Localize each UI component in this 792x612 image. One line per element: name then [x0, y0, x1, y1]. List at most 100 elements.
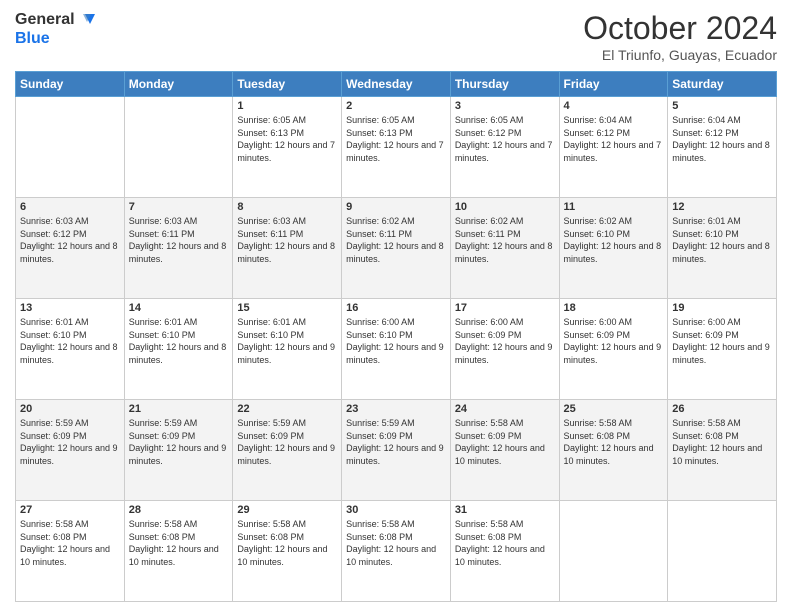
logo-graphic: General Blue — [15, 10, 95, 48]
col-thursday: Thursday — [450, 72, 559, 97]
day-info: Sunrise: 5:58 AMSunset: 6:08 PMDaylight:… — [346, 518, 446, 568]
day-number: 27 — [20, 504, 120, 516]
day-info: Sunrise: 6:00 AMSunset: 6:09 PMDaylight:… — [672, 316, 772, 366]
header: General Blue October 2024 El Triunfo, Gu… — [15, 10, 777, 63]
day-info: Sunrise: 5:59 AMSunset: 6:09 PMDaylight:… — [20, 417, 120, 467]
calendar-week-row: 20 Sunrise: 5:59 AMSunset: 6:09 PMDayligh… — [16, 400, 777, 501]
day-number: 13 — [20, 302, 120, 314]
table-row: 1 Sunrise: 6:05 AMSunset: 6:13 PMDaylight… — [233, 97, 342, 198]
table-row: 15 Sunrise: 6:01 AMSunset: 6:10 PMDayligh… — [233, 299, 342, 400]
day-number: 30 — [346, 504, 446, 516]
day-number: 4 — [564, 100, 664, 112]
day-info: Sunrise: 5:59 AMSunset: 6:09 PMDaylight:… — [346, 417, 446, 467]
day-number: 23 — [346, 403, 446, 415]
day-number: 14 — [129, 302, 229, 314]
day-info: Sunrise: 5:58 AMSunset: 6:08 PMDaylight:… — [129, 518, 229, 568]
day-number: 17 — [455, 302, 555, 314]
day-info: Sunrise: 6:01 AMSunset: 6:10 PMDaylight:… — [237, 316, 337, 366]
day-info: Sunrise: 5:58 AMSunset: 6:09 PMDaylight:… — [455, 417, 555, 467]
col-friday: Friday — [559, 72, 668, 97]
table-row: 2Sunrise: 6:05 AMSunset: 6:13 PMDaylight… — [342, 97, 451, 198]
table-row: 30 Sunrise: 5:58 AMSunset: 6:08 PMDayligh… — [342, 501, 451, 602]
table-row: 27 Sunrise: 5:58 AMSunset: 6:08 PMDayligh… — [16, 501, 125, 602]
day-info: Sunrise: 6:01 AMSunset: 6:10 PMDaylight:… — [672, 215, 772, 265]
table-row: 4 Sunrise: 6:04 AMSunset: 6:12 PMDaylight… — [559, 97, 668, 198]
calendar-week-row: 27 Sunrise: 5:58 AMSunset: 6:08 PMDayligh… — [16, 501, 777, 602]
day-number: 9 — [346, 201, 446, 213]
table-row: 25 Sunrise: 5:58 AMSunset: 6:08 PMDayligh… — [559, 400, 668, 501]
table-row: 13 Sunrise: 6:01 AMSunset: 6:10 PMDayligh… — [16, 299, 125, 400]
table-row: 28 Sunrise: 5:58 AMSunset: 6:08 PMDayligh… — [124, 501, 233, 602]
day-info: Sunrise: 6:00 AMSunset: 6:10 PMDaylight:… — [346, 316, 446, 366]
day-number: 25 — [564, 403, 664, 415]
day-info: Sunrise: 6:05 AMSunset: 6:13 PMDaylight:… — [237, 114, 337, 164]
day-number: 19 — [672, 302, 772, 314]
day-info: Sunrise: 6:05 AMSunset: 6:12 PMDaylight:… — [455, 114, 555, 164]
table-row: 8Sunrise: 6:03 AMSunset: 6:11 PMDaylight… — [233, 198, 342, 299]
day-number: 21 — [129, 403, 229, 415]
col-tuesday: Tuesday — [233, 72, 342, 97]
table-row — [124, 97, 233, 198]
table-row: 21 Sunrise: 5:59 AMSunset: 6:09 PMDayligh… — [124, 400, 233, 501]
page: General Blue October 2024 El Triunfo, Gu… — [0, 0, 792, 612]
table-row: 3 Sunrise: 6:05 AMSunset: 6:12 PMDaylight… — [450, 97, 559, 198]
day-number: 24 — [455, 403, 555, 415]
day-number: 28 — [129, 504, 229, 516]
table-row: 10Sunrise: 6:02 AMSunset: 6:11 PMDayligh… — [450, 198, 559, 299]
day-number: 31 — [455, 504, 555, 516]
location: El Triunfo, Guayas, Ecuador — [583, 47, 777, 63]
day-info: Sunrise: 6:02 AMSunset: 6:11 PMDaylight:… — [455, 215, 555, 265]
table-row: 18Sunrise: 6:00 AMSunset: 6:09 PMDayligh… — [559, 299, 668, 400]
day-info: Sunrise: 5:58 AMSunset: 6:08 PMDaylight:… — [237, 518, 337, 568]
table-row: 7Sunrise: 6:03 AMSunset: 6:11 PMDaylight… — [124, 198, 233, 299]
day-info: Sunrise: 6:04 AMSunset: 6:12 PMDaylight:… — [672, 114, 772, 164]
day-info: Sunrise: 5:58 AMSunset: 6:08 PMDaylight:… — [564, 417, 664, 467]
col-sunday: Sunday — [16, 72, 125, 97]
day-info: Sunrise: 5:58 AMSunset: 6:08 PMDaylight:… — [455, 518, 555, 568]
day-info: Sunrise: 6:02 AMSunset: 6:11 PMDaylight:… — [346, 215, 446, 265]
day-number: 15 — [237, 302, 337, 314]
day-info: Sunrise: 6:05 AMSunset: 6:13 PMDaylight:… — [346, 114, 446, 164]
day-info: Sunrise: 5:59 AMSunset: 6:09 PMDaylight:… — [237, 417, 337, 467]
table-row: 5 Sunrise: 6:04 AMSunset: 6:12 PMDaylight… — [668, 97, 777, 198]
calendar-body: 1 Sunrise: 6:05 AMSunset: 6:13 PMDaylight… — [16, 97, 777, 602]
table-row: 6 Sunrise: 6:03 AMSunset: 6:12 PMDaylight… — [16, 198, 125, 299]
table-row: 11 Sunrise: 6:02 AMSunset: 6:10 PMDayligh… — [559, 198, 668, 299]
day-info: Sunrise: 6:03 AMSunset: 6:11 PMDaylight:… — [129, 215, 229, 265]
table-row: 9 Sunrise: 6:02 AMSunset: 6:11 PMDaylight… — [342, 198, 451, 299]
table-row: 31 Sunrise: 5:58 AMSunset: 6:08 PMDayligh… — [450, 501, 559, 602]
calendar-week-row: 6 Sunrise: 6:03 AMSunset: 6:12 PMDaylight… — [16, 198, 777, 299]
calendar-table: Sunday Monday Tuesday Wednesday Thursday… — [15, 71, 777, 602]
day-info: Sunrise: 6:00 AMSunset: 6:09 PMDaylight:… — [455, 316, 555, 366]
table-row: 20 Sunrise: 5:59 AMSunset: 6:09 PMDayligh… — [16, 400, 125, 501]
table-row: 16 Sunrise: 6:00 AMSunset: 6:10 PMDayligh… — [342, 299, 451, 400]
day-info: Sunrise: 5:58 AMSunset: 6:08 PMDaylight:… — [20, 518, 120, 568]
day-info: Sunrise: 6:01 AMSunset: 6:10 PMDaylight:… — [20, 316, 120, 366]
table-row: 24 Sunrise: 5:58 AMSunset: 6:09 PMDayligh… — [450, 400, 559, 501]
day-info: Sunrise: 6:01 AMSunset: 6:10 PMDaylight:… — [129, 316, 229, 366]
day-number: 20 — [20, 403, 120, 415]
table-row: 14 Sunrise: 6:01 AMSunset: 6:10 PMDayligh… — [124, 299, 233, 400]
logo: General Blue — [15, 10, 95, 48]
day-number: 12 — [672, 201, 772, 213]
calendar-week-row: 1 Sunrise: 6:05 AMSunset: 6:13 PMDaylight… — [16, 97, 777, 198]
day-number: 16 — [346, 302, 446, 314]
table-row: 17 Sunrise: 6:00 AMSunset: 6:09 PMDayligh… — [450, 299, 559, 400]
table-row: 29 Sunrise: 5:58 AMSunset: 6:08 PMDayligh… — [233, 501, 342, 602]
day-number: 1 — [237, 100, 337, 112]
day-info: Sunrise: 5:59 AMSunset: 6:09 PMDaylight:… — [129, 417, 229, 467]
day-info: Sunrise: 6:03 AMSunset: 6:12 PMDaylight:… — [20, 215, 120, 265]
day-info: Sunrise: 6:00 AMSunset: 6:09 PMDaylight:… — [564, 316, 664, 366]
day-number: 11 — [564, 201, 664, 213]
day-info: Sunrise: 6:03 AMSunset: 6:11 PMDaylight:… — [237, 215, 337, 265]
day-info: Sunrise: 5:58 AMSunset: 6:08 PMDaylight:… — [672, 417, 772, 467]
logo-bird-icon — [75, 10, 95, 30]
title-block: October 2024 El Triunfo, Guayas, Ecuador — [583, 10, 777, 63]
day-info: Sunrise: 6:04 AMSunset: 6:12 PMDaylight:… — [564, 114, 664, 164]
day-number: 6 — [20, 201, 120, 213]
day-number: 29 — [237, 504, 337, 516]
col-monday: Monday — [124, 72, 233, 97]
day-number: 5 — [672, 100, 772, 112]
day-number: 3 — [455, 100, 555, 112]
day-info: Sunrise: 6:02 AMSunset: 6:10 PMDaylight:… — [564, 215, 664, 265]
